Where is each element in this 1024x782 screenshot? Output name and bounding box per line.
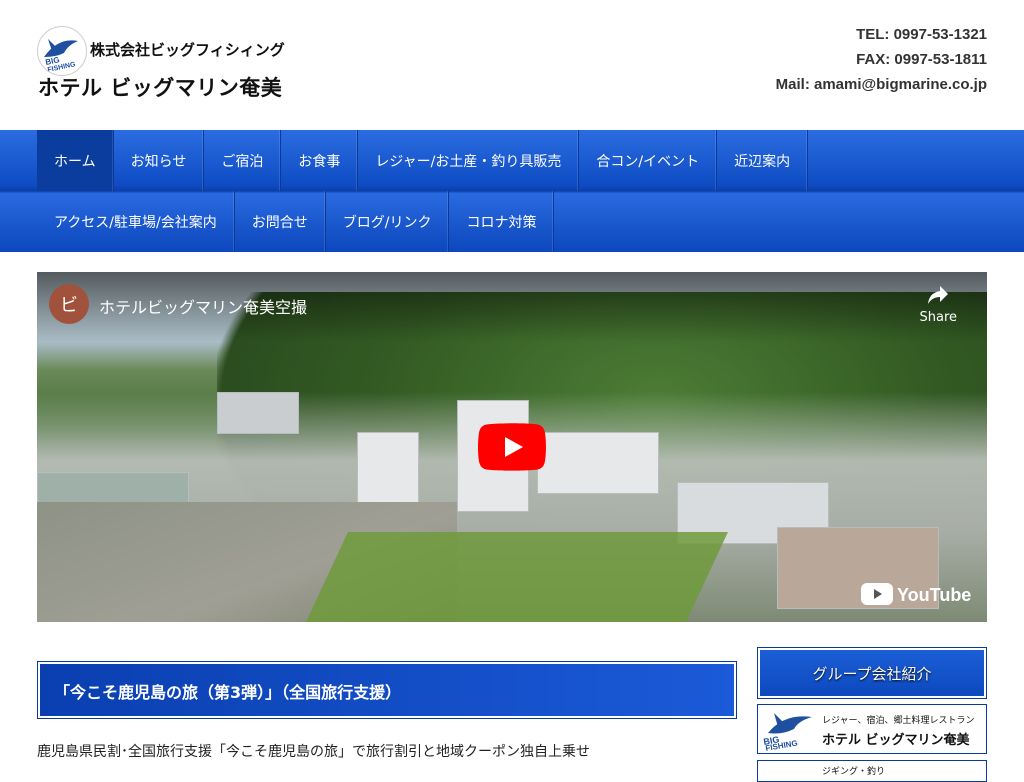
- nav-meals[interactable]: お食事: [281, 130, 359, 191]
- video-thumbnail-building: [217, 392, 299, 434]
- video-thumbnail-field: [306, 532, 728, 622]
- banner-subtitle: レジャー、宿泊、郷土料理レストラン: [822, 716, 975, 726]
- nav-covid[interactable]: コロナ対策: [449, 191, 555, 252]
- channel-avatar[interactable]: ビ: [49, 284, 89, 324]
- tel: TEL: 0997-53-1321: [856, 26, 987, 43]
- nav-news[interactable]: お知らせ: [114, 130, 205, 191]
- play-button-icon[interactable]: [478, 423, 546, 471]
- banner-hotel-bigmarine[interactable]: BIG FISHING レジャー、宿泊、郷土料理レストラン ホテル ビッグマリン…: [757, 704, 987, 754]
- youtube-logo-icon[interactable]: YouTube: [861, 580, 971, 608]
- share-button[interactable]: Share: [919, 284, 957, 325]
- nav-home[interactable]: ホーム: [37, 130, 114, 191]
- youtube-video-embed[interactable]: ビ ホテルビッグマリン奄美空撮 Share YouTube: [37, 272, 987, 622]
- banner-jigging[interactable]: ジギング・釣り: [757, 760, 987, 782]
- nav-blog[interactable]: ブログ/リンク: [326, 191, 450, 252]
- video-title[interactable]: ホテルビッグマリン奄美空撮: [99, 294, 307, 318]
- post-excerpt: 鹿児島県民割･全国旅行支援「今こそ鹿児島の旅」で旅行割引と地域クーポン独自上乗せ: [37, 744, 590, 760]
- nav-access[interactable]: アクセス/駐車場/会社案内: [37, 191, 235, 252]
- nav-events[interactable]: 合コン/イベント: [579, 130, 718, 191]
- video-thumbnail-building: [357, 432, 419, 504]
- site-header: BIG FISHING 株式会社ビッグフィシィング ホテル ビッグマリン奄美 T…: [0, 0, 1024, 130]
- sidebar-heading: グループ会社紹介: [757, 647, 987, 699]
- youtube-wordmark: YouTube: [897, 585, 971, 605]
- nav-row-2: アクセス/駐車場/会社案内 お問合せ ブログ/リンク コロナ対策: [37, 191, 555, 252]
- site-title[interactable]: ホテル ビッグマリン奄美: [38, 72, 282, 102]
- big-fishing-banner-logo-icon: BIG FISHING: [763, 713, 812, 751]
- post-title[interactable]: 「今こそ鹿児島の旅（第3弾）」（全国旅行支援）: [54, 679, 401, 703]
- share-label: Share: [919, 310, 957, 325]
- banner-subtitle: ジギング・釣り: [822, 767, 886, 777]
- nav-stay[interactable]: ご宿泊: [204, 130, 282, 191]
- nav-leisure[interactable]: レジャー/お土産・釣り具販売: [358, 130, 580, 191]
- fax: FAX: 0997-53-1811: [856, 51, 987, 68]
- video-thumbnail-building: [537, 432, 659, 494]
- mail[interactable]: Mail: amami@bigmarine.co.jp: [776, 72, 987, 97]
- company-name: 株式会社ビッグフィシィング: [90, 41, 285, 59]
- nav-contact[interactable]: お問合せ: [235, 191, 326, 252]
- main-nav: ホーム お知らせ ご宿泊 お食事 レジャー/お土産・釣り具販売 合コン/イベント…: [0, 130, 1024, 252]
- nav-row-1: ホーム お知らせ ご宿泊 お食事 レジャー/お土産・釣り具販売 合コン/イベント…: [37, 130, 809, 191]
- big-fishing-logo[interactable]: BIG FISHING: [37, 26, 87, 76]
- contact-info: TEL: 0997-53-1321 FAX: 0997-53-1811 Mail…: [776, 22, 987, 97]
- share-icon: [928, 286, 949, 304]
- post-title-box[interactable]: 「今こそ鹿児島の旅（第3弾）」（全国旅行支援）: [37, 661, 737, 719]
- banner-name: ホテル ビッグマリン奄美: [822, 733, 970, 748]
- nav-nearby[interactable]: 近辺案内: [717, 130, 809, 191]
